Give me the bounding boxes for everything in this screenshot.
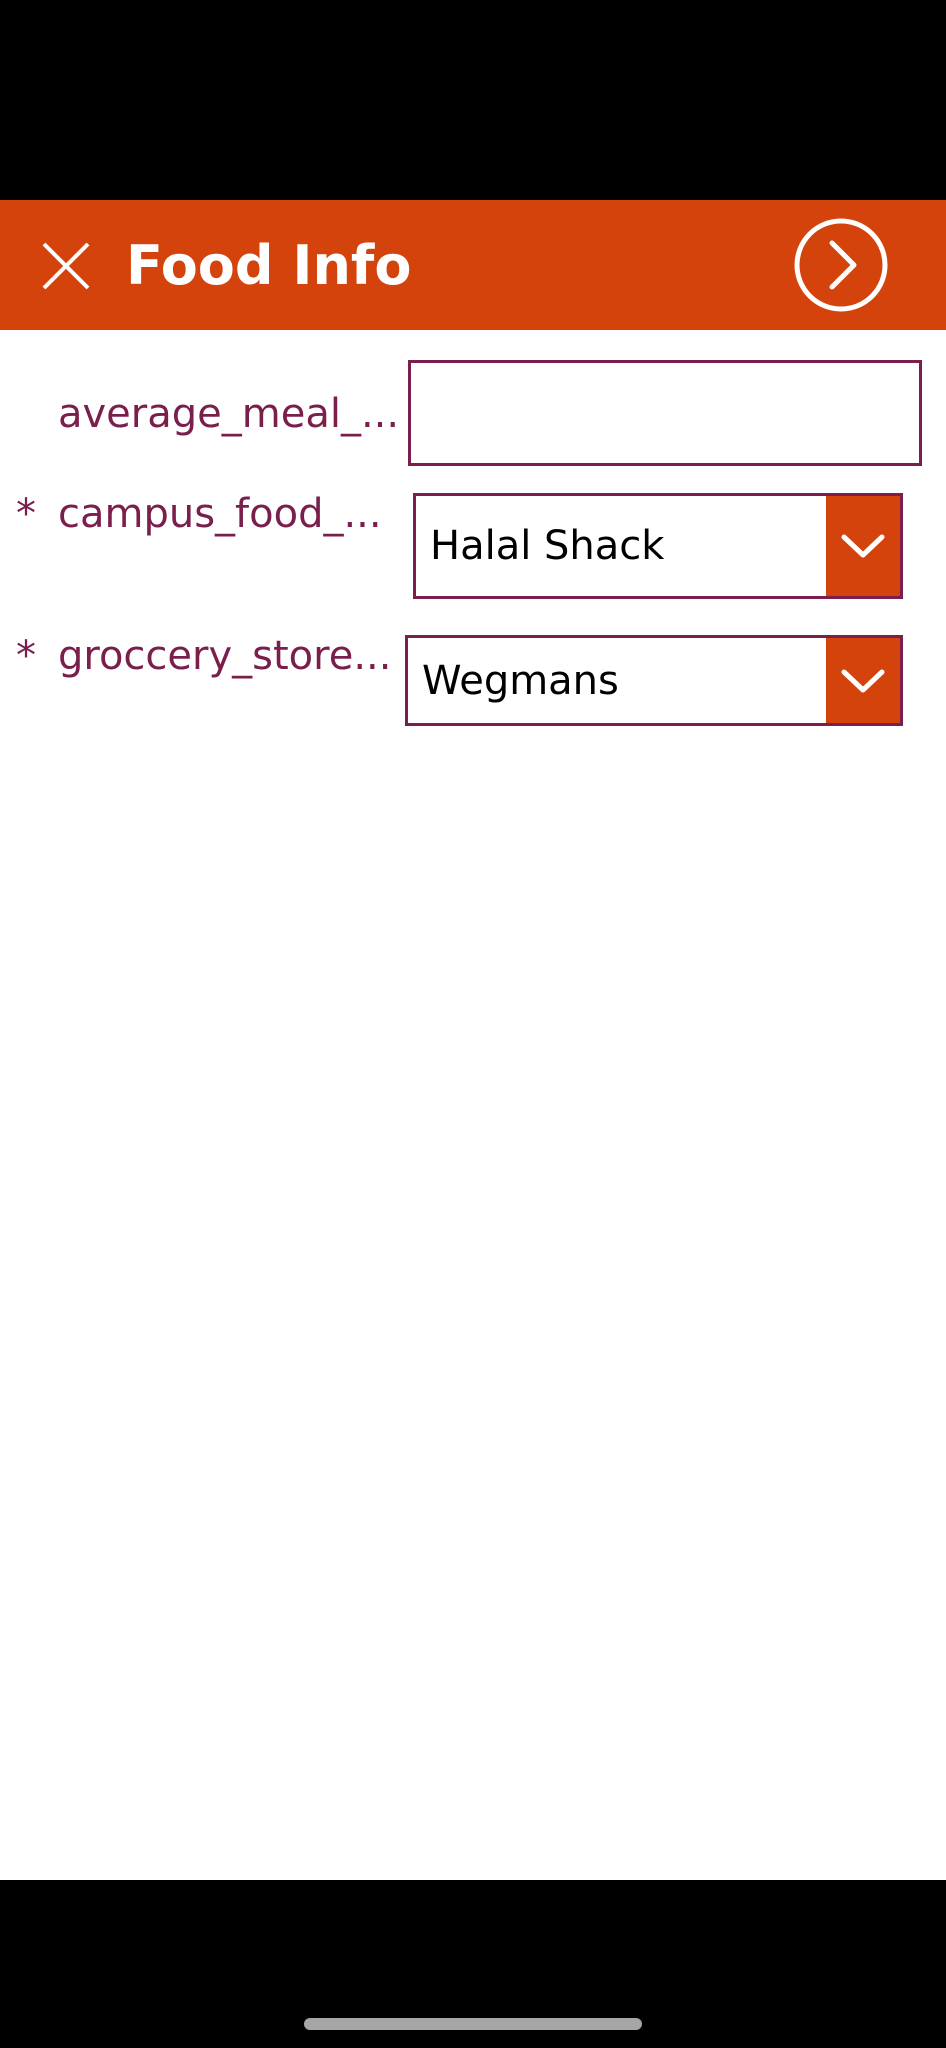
chevron-down-icon: [841, 534, 885, 558]
home-indicator[interactable]: [304, 2018, 642, 2030]
status-bar-area: [0, 0, 946, 200]
field-label-campus-food: campus_food_...: [58, 491, 382, 537]
campus-food-dropdown[interactable]: Halal Shack: [413, 493, 903, 599]
close-button[interactable]: [30, 230, 100, 300]
required-marker: *: [16, 633, 36, 679]
dropdown-selected-value: Halal Shack: [430, 523, 665, 569]
bottom-bar-area: [0, 1880, 946, 2048]
page-title: Food Info: [126, 234, 412, 297]
form-header: Food Info: [0, 200, 946, 330]
dropdown-toggle[interactable]: [826, 496, 900, 596]
required-marker: *: [16, 491, 36, 537]
field-label-grocery-store: groccery_store...: [58, 633, 392, 679]
dropdown-selected-value: Wegmans: [422, 657, 619, 704]
close-icon: [42, 242, 90, 290]
grocery-store-dropdown[interactable]: Wegmans: [405, 635, 903, 726]
app-screen: Food Info average_meal_... * campus_food…: [0, 0, 946, 2048]
form-body: average_meal_... * campus_food_... Halal…: [0, 330, 946, 1880]
dropdown-toggle[interactable]: [826, 638, 900, 723]
chevron-down-icon: [841, 669, 885, 692]
field-label-average-meal: average_meal_...: [58, 391, 400, 437]
chevron-right-circle-icon: [794, 218, 888, 312]
average-meal-input[interactable]: [408, 360, 922, 466]
next-button[interactable]: [792, 216, 890, 314]
